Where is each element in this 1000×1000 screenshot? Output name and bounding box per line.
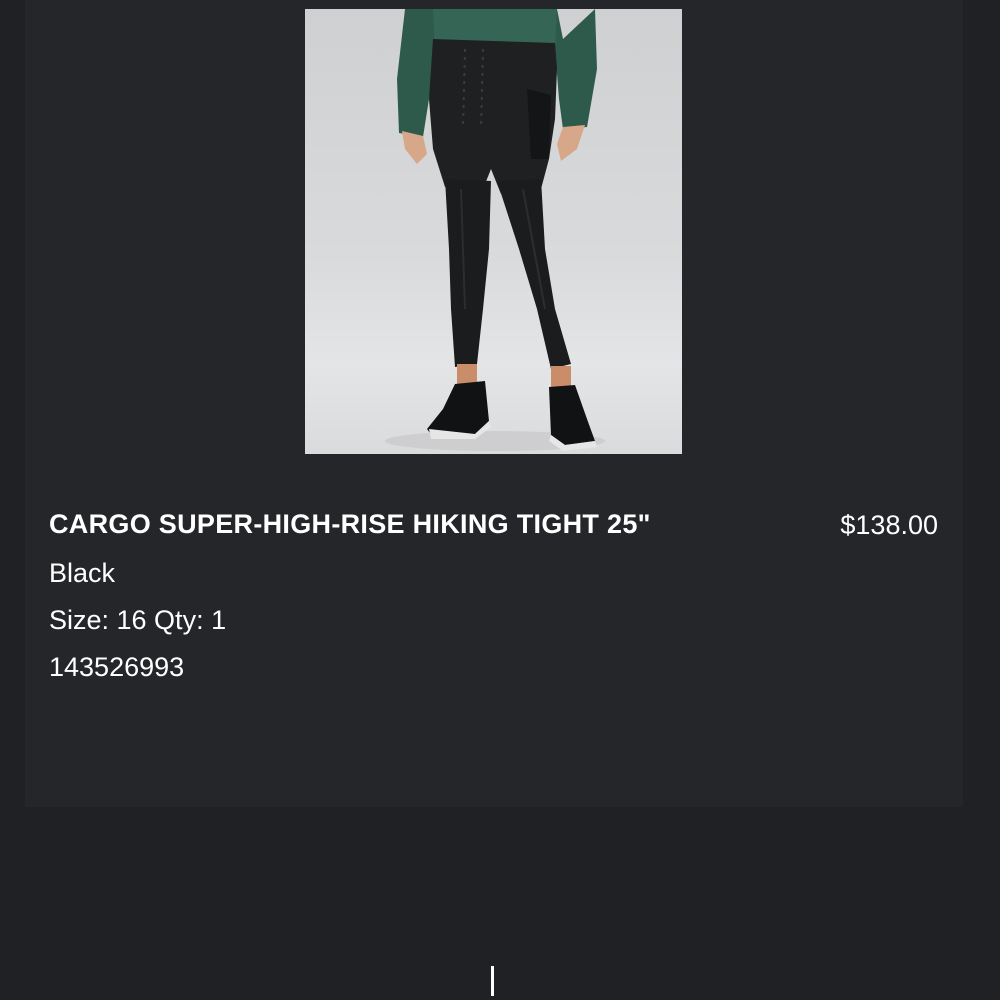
product-image[interactable] (305, 9, 682, 454)
product-color: Black (49, 558, 116, 588)
order-summary-page: CARGO SUPER-HIGH-RISE HIKING TIGHT 25" B… (0, 0, 1000, 1000)
text-cursor (491, 966, 494, 996)
leggings-photo-icon (385, 9, 605, 451)
product-title[interactable]: CARGO SUPER-HIGH-RISE HIKING TIGHT 25" (49, 503, 689, 546)
size-quantity: Size: 16 Qty: 1 (49, 605, 227, 635)
item-price: $138.00 (840, 510, 938, 540)
item-number: 143526993 (49, 652, 185, 682)
item-details: CARGO SUPER-HIGH-RISE HIKING TIGHT 25" B… (49, 503, 689, 691)
